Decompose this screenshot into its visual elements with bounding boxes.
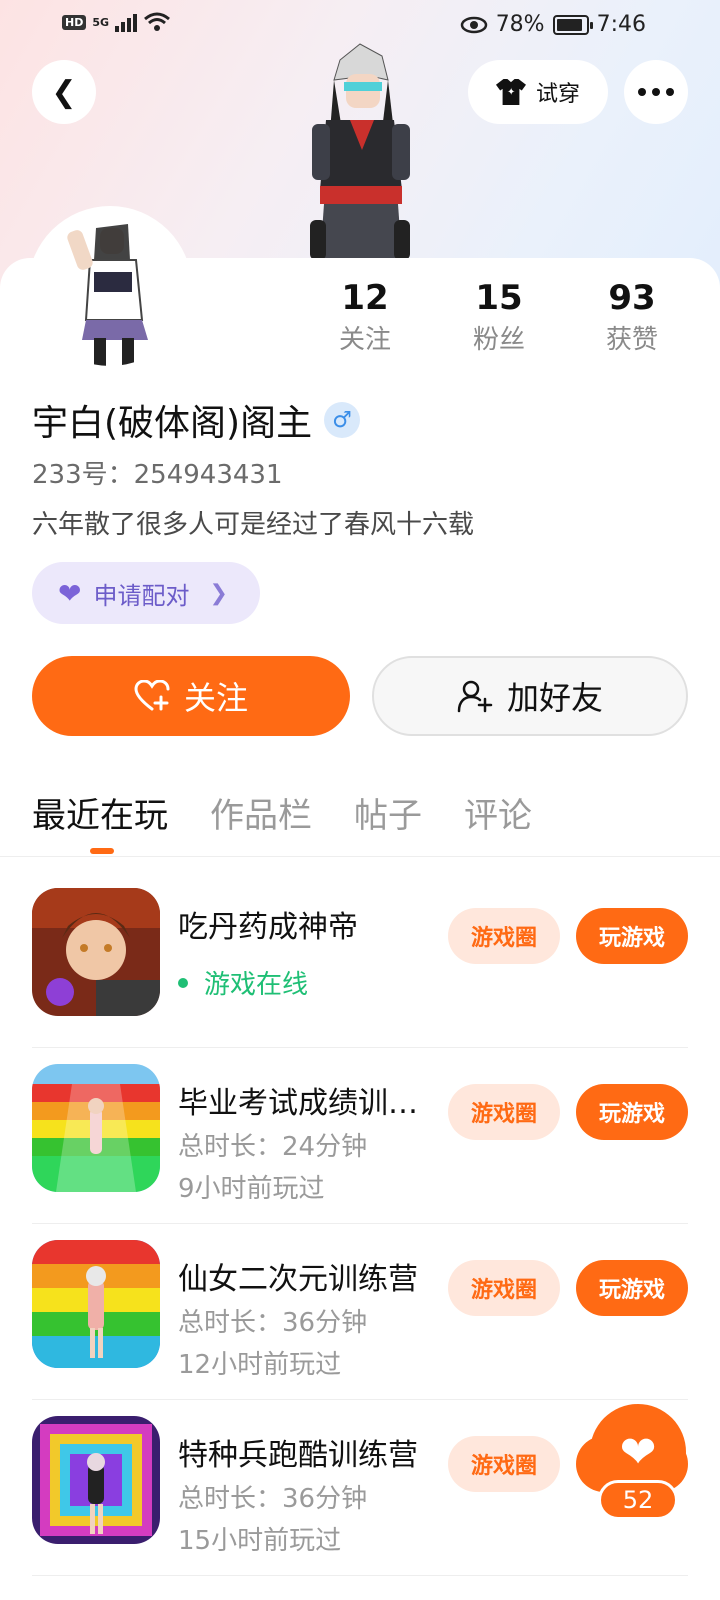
eye-icon bbox=[460, 16, 487, 33]
game-last-played: 9小时前玩过 bbox=[178, 1174, 325, 1204]
play-game-button[interactable]: 玩游戏 bbox=[576, 1084, 688, 1140]
heart-plus-icon bbox=[134, 680, 170, 711]
network-type: 5G bbox=[92, 15, 110, 29]
more-button[interactable] bbox=[624, 60, 688, 124]
username: 宇白(破体阁)阁主 ♂ bbox=[32, 394, 361, 446]
user-id: 233号：254943431 bbox=[32, 460, 283, 490]
stat-fans[interactable]: 15 粉丝 bbox=[439, 276, 559, 360]
stat-likes[interactable]: 93 获赞 bbox=[572, 276, 692, 360]
like-count-badge: 52 bbox=[598, 1480, 678, 1520]
online-dot-icon bbox=[178, 977, 188, 988]
list-item[interactable]: 仙女二次元训练营 总时长：36分钟 12小时前玩过 游戏圈 玩游戏 bbox=[32, 1224, 688, 1400]
stat-following-label: 关注 bbox=[338, 325, 391, 355]
game-last-played: 12小时前玩过 bbox=[178, 1350, 342, 1380]
user-bio: 六年散了很多人可是经过了春风十六载 bbox=[32, 510, 475, 540]
tabs-divider bbox=[0, 856, 720, 857]
stat-likes-value: 93 bbox=[608, 278, 656, 318]
game-icon bbox=[32, 1416, 160, 1544]
active-tab-indicator bbox=[90, 848, 114, 854]
stat-likes-label: 获赞 bbox=[605, 325, 658, 355]
username-text: 宇白(破体阁)阁主 bbox=[32, 403, 313, 444]
play-game-button[interactable]: 玩游戏 bbox=[576, 1260, 688, 1316]
game-icon bbox=[32, 888, 160, 1016]
game-duration: 总时长：36分钟 bbox=[178, 1484, 368, 1514]
follow-button[interactable]: 关注 bbox=[32, 656, 350, 736]
battery-icon bbox=[552, 14, 593, 35]
apply-pair-button[interactable]: ❤ 申请配对 ❯ bbox=[32, 562, 260, 624]
game-title: 特种兵跑酷训练营 bbox=[178, 1438, 418, 1473]
stat-following-value: 12 bbox=[341, 278, 389, 318]
recently-played-list: 吃丹药成神帝 游戏在线 游戏圈 玩游戏 毕业考试成绩训… 总时长：24分钟 9小… bbox=[32, 872, 688, 1576]
profile-tabs: 最近在玩 作品栏 帖子 评论 bbox=[32, 788, 532, 837]
status-bar-left: HD 5G bbox=[62, 12, 171, 32]
game-circle-button[interactable]: 游戏圈 bbox=[448, 908, 560, 964]
try-on-label: 试穿 bbox=[535, 82, 580, 107]
male-gender-icon: ♂ bbox=[324, 402, 361, 438]
more-dots-icon bbox=[638, 88, 674, 96]
chevron-left-icon: ❮ bbox=[51, 74, 77, 110]
list-item[interactable]: 吃丹药成神帝 游戏在线 游戏圈 玩游戏 bbox=[32, 872, 688, 1048]
game-last-played: 15小时前玩过 bbox=[178, 1526, 342, 1556]
list-item[interactable]: 特种兵跑酷训练营 总时长：36分钟 15小时前玩过 游戏圈 玩游戏 bbox=[32, 1400, 688, 1576]
heart-icon: ❤ bbox=[619, 1426, 657, 1478]
tab-works[interactable]: 作品栏 bbox=[210, 788, 312, 837]
game-icon bbox=[32, 1240, 160, 1368]
game-duration: 总时长：36分钟 bbox=[178, 1308, 368, 1338]
follow-label: 关注 bbox=[183, 679, 248, 717]
tab-comments[interactable]: 评论 bbox=[464, 788, 532, 837]
battery-percent: 78% bbox=[495, 12, 545, 37]
game-online-label: 游戏在线 bbox=[204, 970, 309, 1000]
back-button[interactable]: ❮ bbox=[32, 60, 96, 124]
avatar-figure-icon bbox=[32, 210, 188, 366]
game-circle-button[interactable]: 游戏圈 bbox=[448, 1260, 560, 1316]
stat-following[interactable]: 12 关注 bbox=[305, 276, 425, 360]
game-icon bbox=[32, 1064, 160, 1192]
game-circle-button[interactable]: 游戏圈 bbox=[448, 1436, 560, 1492]
character-model bbox=[310, 43, 410, 260]
signal-icon bbox=[115, 12, 138, 32]
try-on-button[interactable]: ✦ 试穿 bbox=[468, 60, 608, 124]
status-bar-right: 78% 7:46 bbox=[460, 12, 646, 37]
clock: 7:46 bbox=[596, 12, 646, 37]
shirt-icon: ✦ bbox=[495, 79, 526, 105]
game-title: 仙女二次元训练营 bbox=[178, 1262, 418, 1297]
stat-fans-label: 粉丝 bbox=[472, 325, 525, 355]
game-duration: 总时长：24分钟 bbox=[178, 1132, 368, 1162]
add-friend-label: 加好友 bbox=[506, 679, 603, 717]
add-friend-button[interactable]: 加好友 bbox=[372, 656, 688, 736]
list-item[interactable]: 毕业考试成绩训… 总时长：24分钟 9小时前玩过 游戏圈 玩游戏 bbox=[32, 1048, 688, 1224]
avatar[interactable] bbox=[32, 210, 188, 366]
game-circle-button[interactable]: 游戏圈 bbox=[448, 1084, 560, 1140]
apply-pair-label: 申请配对 bbox=[93, 581, 190, 610]
wifi-icon bbox=[144, 12, 170, 31]
hd-icon: HD bbox=[62, 14, 87, 30]
game-online-status: 游戏在线 bbox=[178, 964, 308, 1001]
game-title: 吃丹药成神帝 bbox=[178, 910, 358, 945]
stat-fans-value: 15 bbox=[475, 278, 523, 318]
add-user-icon bbox=[457, 680, 493, 713]
chevron-right-icon: ❯ bbox=[209, 580, 228, 606]
play-game-button[interactable]: 玩游戏 bbox=[576, 908, 688, 964]
heart-icon: ❤ bbox=[58, 576, 82, 610]
tab-recently-played[interactable]: 最近在玩 bbox=[32, 788, 168, 837]
game-title: 毕业考试成绩训… bbox=[178, 1086, 418, 1121]
tab-posts[interactable]: 帖子 bbox=[354, 788, 422, 837]
